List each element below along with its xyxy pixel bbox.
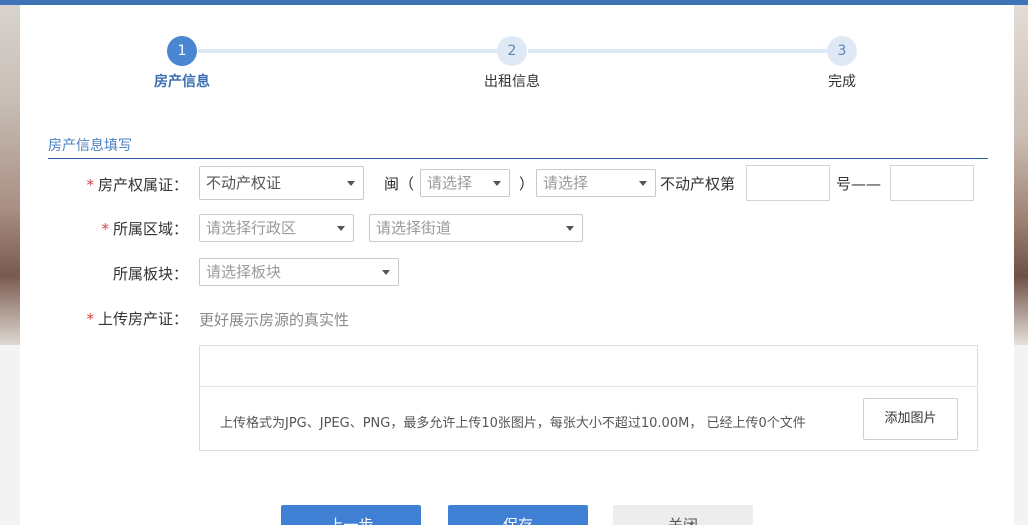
chevron-down-icon: [337, 226, 345, 231]
save-button[interactable]: 保存: [448, 505, 588, 525]
step-2-label: 出租信息: [484, 74, 540, 90]
step-3-label: 完成: [828, 74, 856, 90]
cert-label: * 房产权属证：: [38, 174, 188, 195]
cert-serial-input[interactable]: [890, 165, 974, 201]
district-select[interactable]: 请选择行政区: [199, 214, 354, 242]
cert-region-select[interactable]: 请选择: [420, 169, 510, 197]
step-connector-2: [528, 49, 834, 53]
district-placeholder: 请选择行政区: [206, 219, 297, 237]
cert-type-select[interactable]: 不动产权证: [199, 166, 364, 200]
cert-number-suffix: 号——: [836, 175, 882, 193]
chevron-down-icon: [347, 181, 355, 186]
step-1-circle: 1: [167, 36, 197, 66]
cert-number-prefix: 不动产权第: [660, 175, 736, 193]
upload-area[interactable]: 上传格式为JPG、JPEG、PNG，最多允许上传10张图片，每张大小不超过10.…: [199, 345, 978, 451]
area-label-text: 所属区域：: [112, 220, 188, 238]
cert-label-text: 房产权属证：: [97, 176, 188, 194]
add-image-button[interactable]: 添加图片: [863, 398, 958, 440]
chevron-down-icon: [382, 270, 390, 275]
street-placeholder: 请选择街道: [376, 219, 452, 237]
required-mark: *: [86, 176, 94, 194]
upload-hint: 更好展示房源的真实性: [199, 311, 350, 329]
prev-step-button[interactable]: 上一步: [281, 505, 421, 525]
step-indicator: 1 房产信息 2 出租信息 3 完成: [20, 5, 1014, 105]
cert-region-suffix: ）: [519, 175, 535, 193]
step-connector-1: [198, 49, 512, 53]
cert-type-value: 不动产权证: [206, 174, 282, 192]
section-divider: [48, 158, 988, 159]
step-3-circle: 3: [827, 36, 857, 66]
upload-divider: [200, 386, 977, 387]
cert-year-select[interactable]: 请选择: [536, 169, 656, 197]
section-title: 房产信息填写: [48, 138, 132, 154]
upload-label-text: 上传房产证：: [97, 310, 188, 328]
upload-label: * 上传房产证：: [38, 308, 188, 329]
step-2-circle: 2: [497, 36, 527, 66]
chevron-down-icon: [493, 181, 501, 186]
area-label: * 所属区域：: [38, 218, 188, 239]
required-mark: *: [101, 220, 109, 238]
chevron-down-icon: [566, 226, 574, 231]
cert-region-prefix: 闽（: [384, 175, 415, 193]
background-photo-right: [1014, 0, 1028, 345]
required-mark: *: [86, 310, 94, 328]
cert-number-input[interactable]: [746, 165, 830, 201]
chevron-down-icon: [639, 181, 647, 186]
block-select[interactable]: 请选择板块: [199, 258, 399, 286]
street-select[interactable]: 请选择街道: [369, 214, 583, 242]
block-placeholder: 请选择板块: [206, 263, 282, 281]
cert-year-placeholder: 请选择: [543, 174, 589, 192]
block-label-text: 所属板块：: [112, 265, 188, 283]
cert-region-placeholder: 请选择: [427, 174, 473, 192]
background-photo-left: [0, 0, 20, 345]
upload-info-text: 上传格式为JPG、JPEG、PNG，最多允许上传10张图片，每张大小不超过10.…: [220, 416, 806, 431]
close-button[interactable]: 关闭: [613, 505, 753, 525]
step-1-label: 房产信息: [154, 74, 210, 90]
block-label: 所属板块：: [38, 263, 188, 284]
property-form-dialog: 1 房产信息 2 出租信息 3 完成 房产信息填写 * 房产权属证： 不动产权证 …: [20, 5, 1014, 525]
